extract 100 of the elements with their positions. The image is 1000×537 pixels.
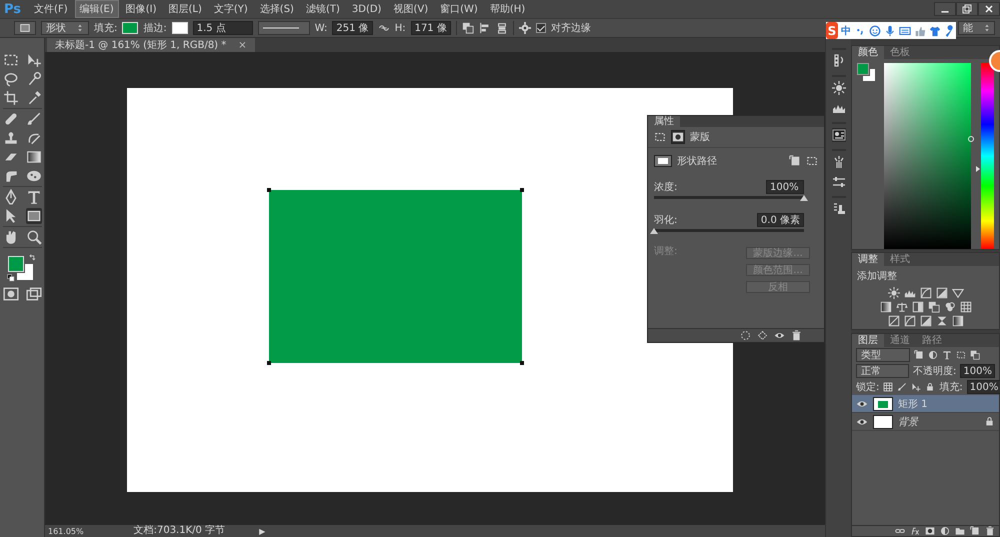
history-icon[interactable] [832,54,846,68]
layer-row[interactable]: 背景 [852,413,999,431]
trash-icon[interactable] [985,526,995,536]
half-square-icon[interactable] [912,301,924,313]
lock-icon[interactable] [984,416,995,427]
half-circle-icon[interactable] [928,350,938,360]
height-field[interactable]: 171 像 [410,21,451,35]
new-page-icon[interactable] [970,526,980,536]
new-page-icon[interactable] [789,155,801,167]
layer-row[interactable]: 矩形 1 [852,395,999,413]
default-colors-icon[interactable] [7,274,15,282]
screen-mode-icon[interactable] [26,286,42,302]
marquee-icon[interactable] [654,131,666,143]
panel-tab[interactable]: 通道 [884,334,916,347]
menu-item[interactable]: 编辑(E) [74,0,119,18]
thumb-icon[interactable] [914,24,926,36]
layer-combine-icon[interactable] [970,350,980,360]
sponge-icon[interactable] [26,168,42,184]
panel-tab[interactable]: 调整 [852,253,884,266]
swap-icon[interactable] [28,254,37,263]
keyboard-icon[interactable] [899,24,911,36]
blend-mode-dropdown[interactable]: 正常 [856,364,910,378]
layer-combine-icon[interactable] [462,22,474,34]
properties-icon[interactable] [832,128,846,142]
trash-icon[interactable] [791,330,802,341]
clone-source-icon[interactable] [832,202,846,216]
panel-tab[interactable]: 图层 [852,334,884,347]
stroke-style-dropdown[interactable] [258,21,310,35]
menu-item[interactable]: 窗口(W) [435,0,483,18]
half-circle-icon[interactable] [940,526,950,536]
slider-thumb[interactable] [800,195,808,201]
ime-mode-toggle[interactable]: 中 [841,24,851,38]
exposure-icon[interactable] [920,315,932,327]
rectangle-icon[interactable] [26,208,42,224]
crop-icon[interactable] [2,90,18,106]
lock-icon[interactable] [925,382,936,392]
align-edges-checkbox[interactable] [536,23,546,33]
align-icon[interactable] [478,22,491,34]
tool-preset-picker[interactable] [14,21,36,35]
foreground-color-swatch[interactable] [857,63,869,75]
mask-icon[interactable] [925,526,935,536]
minimize-button[interactable] [934,2,956,16]
folder-icon[interactable] [955,526,965,536]
marquee-icon[interactable] [806,155,818,167]
hue-slider-thumb[interactable] [976,166,980,172]
pen-icon[interactable] [2,189,18,205]
link-icon[interactable] [895,526,905,536]
diamond-dots-icon[interactable] [757,330,768,341]
gradient-square-icon[interactable] [952,315,964,327]
workspace-dropdown[interactable]: 能 [958,21,995,35]
slider-value-field[interactable]: 100% [766,180,804,194]
slider-value-field[interactable]: 0.0 像素 [756,213,804,227]
marquee-icon[interactable] [2,52,18,68]
menu-item[interactable]: 帮助(H) [484,0,530,18]
shirt-icon[interactable] [929,24,941,36]
gear-icon[interactable] [518,22,531,34]
smiley-icon[interactable] [869,24,881,36]
stroke-width-field[interactable]: 1.5 点 [192,21,253,35]
move-icon[interactable] [26,52,42,68]
brush-icon[interactable] [26,111,42,127]
mask-icon[interactable] [672,131,684,143]
eye-icon[interactable] [774,330,785,341]
menu-item[interactable]: 视图(V) [388,0,434,18]
menu-item[interactable]: 滤镜(T) [300,0,345,18]
fill-field[interactable]: 100% [966,380,1000,394]
curves-icon[interactable] [920,287,932,299]
quick-mask-icon[interactable] [2,286,18,302]
gradient-icon[interactable] [26,149,42,165]
fill-swatch[interactable] [122,22,138,34]
gradient-square-icon[interactable] [880,301,892,313]
layer-combine-icon[interactable] [928,301,940,313]
new-page-icon[interactable] [914,350,924,360]
document-tab[interactable]: 未标题-1 @ 161% (矩形 1, RGB/8) * × [47,38,255,52]
type-icon[interactable] [26,189,42,205]
width-field[interactable]: 251 像 [332,21,373,35]
zoom-icon[interactable] [26,229,42,245]
close-button[interactable] [978,2,1000,16]
slider-thumb[interactable] [650,228,658,234]
type-icon[interactable] [942,350,952,360]
panel-tab[interactable]: 路径 [916,334,948,347]
menu-item[interactable]: 3D(D) [346,2,386,16]
grid-icon[interactable] [883,382,894,392]
dots-circle-icon[interactable] [740,330,751,341]
brush-icon[interactable] [897,382,908,392]
color-field[interactable] [884,63,971,249]
curves-icon[interactable] [904,315,916,327]
ime-logo[interactable]: S [826,22,838,39]
stamp-icon[interactable] [2,130,18,146]
lasso-icon[interactable] [2,71,18,87]
menu-item[interactable]: 图层(L) [164,0,207,18]
sun-icon[interactable] [888,287,900,299]
menu-item[interactable]: 文字(Y) [208,0,253,18]
hourglass-icon[interactable] [936,315,948,327]
triangle-down-icon[interactable] [952,287,964,299]
filter-dropdown[interactable]: 类型 [856,348,910,362]
exposure-icon[interactable] [936,287,948,299]
panel-tab[interactable]: 颜色 [852,46,884,59]
menu-item[interactable]: 选择(S) [254,0,299,18]
microphone-icon[interactable] [884,24,896,36]
menu-item[interactable]: 图像(I) [120,0,162,18]
